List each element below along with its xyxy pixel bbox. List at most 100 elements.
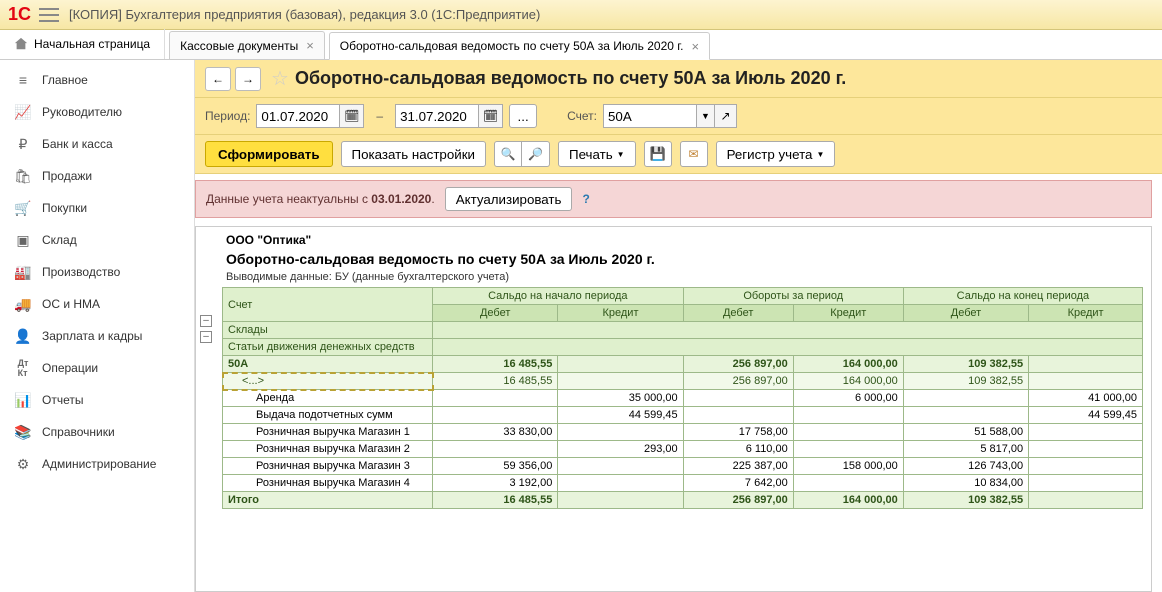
sidebar-item-assets[interactable]: 🚚ОС и НМА (0, 288, 194, 320)
th-credit: Кредит (558, 305, 683, 322)
total-row: Итого 16 485,55 256 897,00164 000,00 109… (223, 492, 1143, 509)
show-settings-button[interactable]: Показать настройки (341, 141, 486, 167)
sidebar-item-catalogs[interactable]: 📚Справочники (0, 416, 194, 448)
back-button[interactable]: ← (205, 67, 231, 91)
th-credit: Кредит (793, 305, 903, 322)
tab-cash-documents[interactable]: Кассовые документы × (169, 31, 325, 59)
sidebar-item-production[interactable]: 🏭Производство (0, 256, 194, 288)
collapse-icon[interactable]: – (200, 315, 212, 327)
person-icon: 👤 (14, 327, 32, 345)
truck-icon: 🚚 (14, 295, 32, 313)
find-clear-icon[interactable]: 🔎 (522, 141, 550, 167)
tab-label: Оборотно-сальдовая ведомость по счету 50… (340, 39, 684, 53)
sidebar-item-admin[interactable]: ⚙Администрирование (0, 448, 194, 480)
calendar-icon[interactable]: 🗓 (479, 104, 503, 128)
sidebar-item-bank[interactable]: ₽Банк и касса (0, 128, 194, 160)
dash: – (376, 109, 383, 123)
dtct-icon: ДтКт (14, 359, 32, 377)
boxes-icon: ▣ (14, 231, 32, 249)
tab-home-label: Начальная страница (34, 37, 150, 51)
table-row[interactable]: 50А16 485,55256 897,00164 000,00109 382,… (223, 356, 1143, 373)
gear-icon: ⚙ (14, 455, 32, 473)
table-row[interactable]: Розничная выручка Магазин 2293,006 110,0… (223, 441, 1143, 458)
home-icon (14, 37, 28, 51)
tab-label: Кассовые документы (180, 39, 298, 53)
tree-gutter: – – (200, 315, 218, 347)
th-debit: Дебет (433, 305, 558, 322)
app-logo: 1C (8, 4, 31, 25)
chart-line-icon: 📈 (14, 103, 32, 121)
ruble-icon: ₽ (14, 135, 32, 153)
report-area[interactable]: – – ООО "Оптика" Оборотно-сальдовая ведо… (195, 226, 1152, 592)
header-bar: ← → ☆ Оборотно-сальдовая ведомость по сч… (195, 60, 1162, 98)
table-row[interactable]: <...>16 485,55256 897,00164 000,00109 38… (223, 373, 1143, 390)
th-account: Счет (223, 288, 433, 322)
table-row[interactable]: Аренда35 000,006 000,0041 000,00 (223, 390, 1143, 407)
warning-banner: Данные учета неактуальны с 03.01.2020. А… (195, 180, 1152, 218)
window-title: [КОПИЯ] Бухгалтерия предприятия (базовая… (69, 7, 540, 22)
warning-text: Данные учета неактуальны с 03.01.2020. (206, 192, 435, 206)
toolbar: Сформировать Показать настройки 🔍 🔎 Печа… (195, 135, 1162, 174)
table-row[interactable]: Розничная выручка Магазин 133 830,0017 7… (223, 424, 1143, 441)
date-from-input[interactable] (256, 104, 340, 128)
sidebar-item-warehouse[interactable]: ▣Склад (0, 224, 194, 256)
register-button[interactable]: Регистр учета▼ (716, 141, 836, 167)
chevron-down-icon[interactable]: ▼ (697, 104, 715, 128)
table-row[interactable]: Розничная выручка Магазин 359 356,00225 … (223, 458, 1143, 475)
th-start: Сальдо на начало периода (433, 288, 684, 305)
table-row[interactable]: Выдача подотчетных сумм44 599,4544 599,4… (223, 407, 1143, 424)
sidebar-item-main[interactable]: ≡Главное (0, 64, 194, 96)
menu-icon[interactable] (39, 8, 59, 22)
close-icon[interactable]: × (306, 38, 314, 53)
print-button[interactable]: Печать▼ (558, 141, 636, 167)
close-icon[interactable]: × (692, 39, 700, 54)
period-label: Период: (205, 109, 250, 123)
tab-home[interactable]: Начальная страница (0, 29, 165, 59)
sidebar-item-purchases[interactable]: 🛒Покупки (0, 192, 194, 224)
th-debit: Дебет (683, 305, 793, 322)
collapse-icon[interactable]: – (200, 331, 212, 343)
form-button[interactable]: Сформировать (205, 141, 333, 167)
org-name: ООО "Оптика" (222, 231, 1151, 249)
sidebar-item-payroll[interactable]: 👤Зарплата и кадры (0, 320, 194, 352)
help-icon[interactable]: ? (582, 192, 589, 206)
params-bar: Период: 🗓 – 🗓 ... Счет: ▼ ↗ (195, 98, 1162, 135)
save-icon[interactable]: 💾 (644, 141, 672, 167)
sidebar-item-operations[interactable]: ДтКтОперации (0, 352, 194, 384)
sidebar-item-sales[interactable]: 🛍Продажи (0, 160, 194, 192)
sidebar-item-reports[interactable]: 📊Отчеты (0, 384, 194, 416)
tabbar: Начальная страница Кассовые документы × … (0, 30, 1162, 60)
books-icon: 📚 (14, 423, 32, 441)
th-turnover: Обороты за период (683, 288, 903, 305)
sidebar: ≡Главное 📈Руководителю ₽Банк и касса 🛍Пр… (0, 60, 195, 592)
mail-icon[interactable]: ✉ (680, 141, 708, 167)
titlebar: 1C [КОПИЯ] Бухгалтерия предприятия (базо… (0, 0, 1162, 30)
page-title: Оборотно-сальдовая ведомость по счету 50… (295, 68, 846, 89)
th-articles: Статьи движения денежных средств (223, 339, 433, 356)
forward-button[interactable]: → (235, 67, 261, 91)
calendar-icon[interactable]: 🗓 (340, 104, 364, 128)
report-subtitle: Выводимые данные: БУ (данные бухгалтерск… (222, 271, 1151, 287)
find-icon[interactable]: 🔍 (494, 141, 522, 167)
chevron-down-icon: ▼ (617, 150, 625, 159)
cart-icon: 🛒 (14, 199, 32, 217)
period-picker-button[interactable]: ... (509, 104, 537, 128)
favorite-icon[interactable]: ☆ (271, 66, 289, 91)
factory-icon: 🏭 (14, 263, 32, 281)
bar-chart-icon: 📊 (14, 391, 32, 409)
actualize-button[interactable]: Актуализировать (445, 187, 573, 211)
chevron-down-icon: ▼ (816, 150, 824, 159)
tab-osv-report[interactable]: Оборотно-сальдовая ведомость по счету 50… (329, 32, 710, 60)
account-label: Счет: (567, 109, 597, 123)
th-end: Сальдо на конец периода (903, 288, 1142, 305)
bag-icon: 🛍 (14, 167, 32, 185)
account-input[interactable] (603, 104, 697, 128)
report-title: Оборотно-сальдовая ведомость по счету 50… (222, 249, 1151, 271)
th-debit: Дебет (903, 305, 1028, 322)
th-warehouses: Склады (223, 322, 433, 339)
open-ref-icon[interactable]: ↗ (715, 104, 737, 128)
table-row[interactable]: Розничная выручка Магазин 43 192,007 642… (223, 475, 1143, 492)
date-to-input[interactable] (395, 104, 479, 128)
sidebar-item-manager[interactable]: 📈Руководителю (0, 96, 194, 128)
menu-lines-icon: ≡ (14, 71, 32, 89)
